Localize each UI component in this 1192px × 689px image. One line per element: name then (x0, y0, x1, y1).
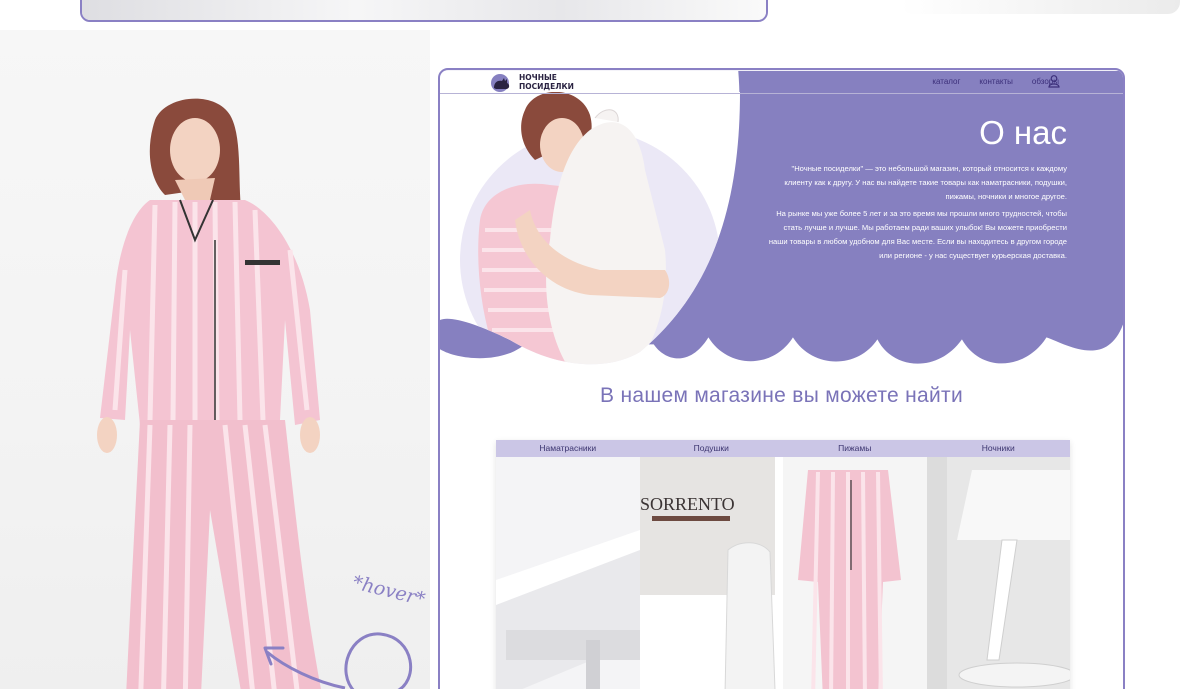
girl-with-pillow-image (440, 92, 740, 365)
model-in-pajamas-image (97, 98, 321, 689)
category-label: Наматрасники (496, 440, 640, 457)
cat-logo-icon (491, 74, 510, 92)
logo-line-2: посиделки (519, 82, 574, 91)
about-paragraph-2: На рынке мы уже более 5 лет и за это вре… (768, 209, 1067, 260)
previous-screen-frame (80, 0, 768, 22)
mattress-cover-image (496, 440, 640, 689)
header-divider (440, 93, 1123, 94)
about-paragraph-1: "Ночные посиделки" — это небольшой магаз… (784, 164, 1067, 201)
nav-links: каталог контакты обзоры (932, 77, 1059, 86)
site-header: Ночные посиделки каталог контакты обзоры (440, 70, 1123, 94)
category-mattress-covers[interactable]: Наматрасники (496, 440, 640, 689)
category-pajamas[interactable]: Пижамы (783, 440, 927, 689)
about-text: "Ночные посиделки" — это небольшой магаз… (767, 162, 1067, 263)
category-label: Ночники (926, 440, 1070, 457)
logo-line-1: Ночные (519, 73, 557, 82)
category-pillows[interactable]: Подушки SORRENTO (639, 440, 783, 689)
pillow-image: SORRENTO (639, 440, 783, 689)
previous-screen-shadow (900, 0, 1180, 14)
logo-text: Ночные посиделки (519, 73, 589, 91)
category-grid: Наматрасники Подушки SORRENTO Пижамы Ноч… (496, 440, 1070, 689)
nav-catalog[interactable]: каталог (932, 77, 960, 86)
nav-contacts[interactable]: контакты (979, 77, 1012, 86)
website-mockup: Ночные посиделки каталог контакты обзоры… (438, 68, 1125, 689)
category-night-lights[interactable]: Ночники (926, 440, 1070, 689)
user-icon[interactable] (1047, 74, 1061, 88)
site-logo[interactable]: Ночные посиделки (488, 72, 589, 92)
find-section-title: В нашем магазине вы можете найти (600, 384, 963, 407)
pillow-brand-text: SORRENTO (640, 494, 735, 514)
pajamas-image (783, 440, 927, 689)
night-light-image (926, 440, 1070, 689)
about-title: О нас (979, 114, 1067, 151)
hover-arrow-icon (263, 632, 412, 689)
category-label: Пижамы (783, 440, 927, 457)
category-label: Подушки (639, 440, 783, 457)
